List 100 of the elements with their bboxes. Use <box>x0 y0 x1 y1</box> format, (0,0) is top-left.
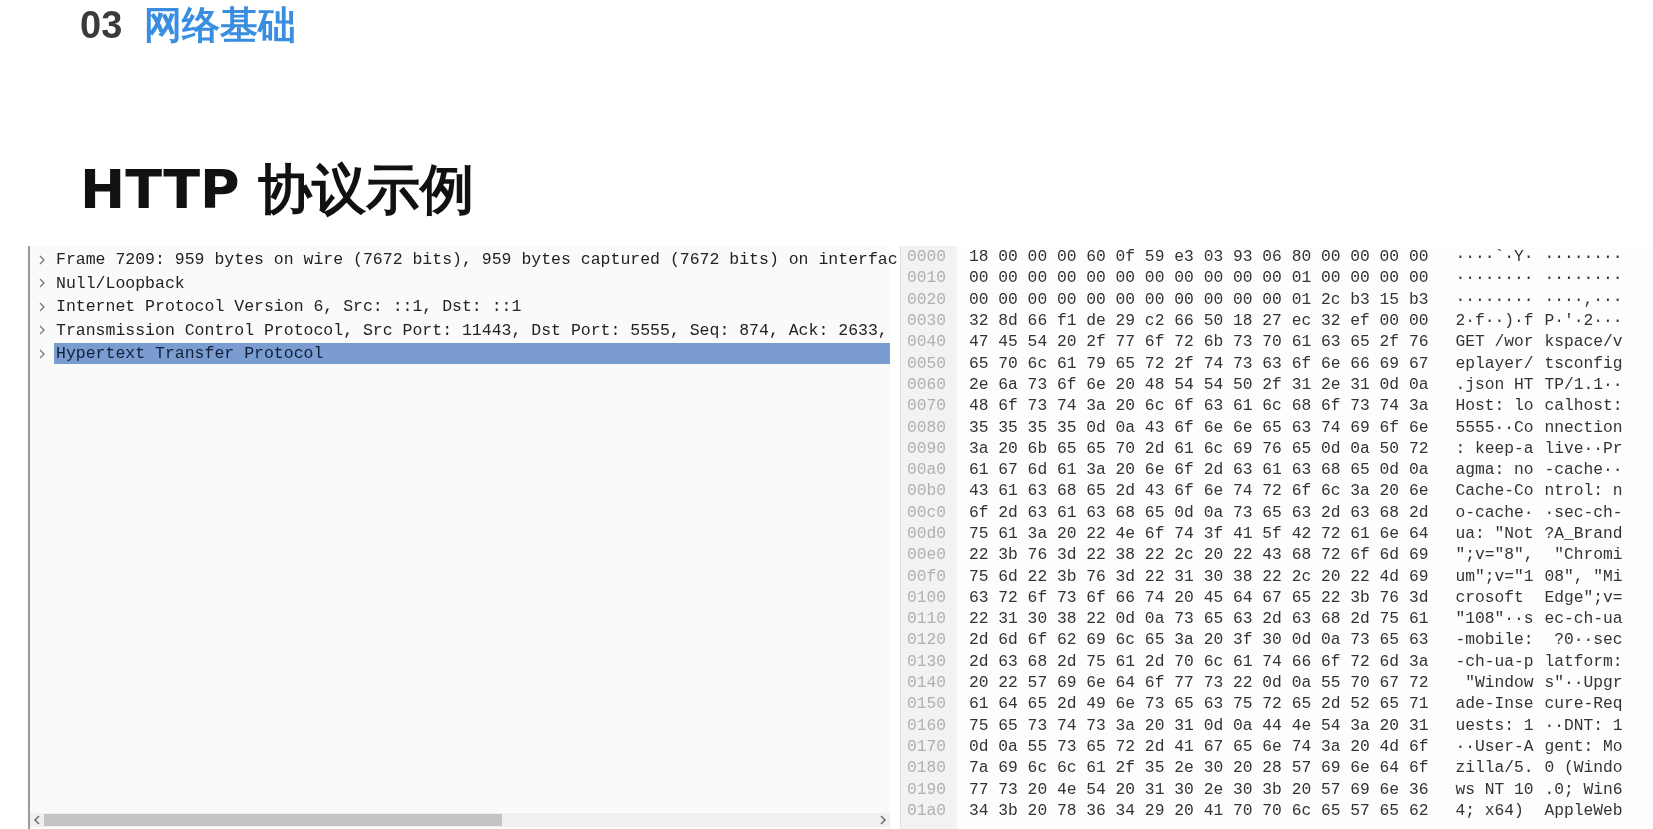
hex-bytes: 6e 74 72 6f 6c 3a 20 6e <box>1203 481 1429 501</box>
ascii-text: um";v="1 <box>1455 566 1535 586</box>
hex-bytes: 63 75 72 65 2d 52 65 71 <box>1203 694 1429 714</box>
ascii-text: calhost: <box>1544 396 1624 416</box>
byte-offset: 0090 <box>906 438 948 458</box>
hex-bytes: 7a 69 6c 6c 61 2f 35 2e <box>969 758 1194 778</box>
byte-offset: 0120 <box>906 630 948 650</box>
tree-item[interactable]: Transmission Control Protocol, Src Port: 11443, Dst Port: 5555, Seq: 874, Ack: 2633, <box>54 319 892 341</box>
section-title: 网络基础 <box>144 1 297 49</box>
ascii-text: ec-ch-ua <box>1544 609 1624 629</box>
hex-bytes: 2d 63 61 63 68 65 0d 0a <box>1203 460 1429 480</box>
byte-offset: 0160 <box>906 715 948 735</box>
hex-bytes: 43 61 63 68 65 2d 43 6f <box>969 481 1194 501</box>
hex-bytes: 00 00 00 00 00 00 00 00 <box>969 268 1194 288</box>
hex-bytes: 65 63 2d 63 68 2d 75 61 <box>1203 609 1429 629</box>
hex-bytes: 0d 0a 55 73 65 72 2d 41 <box>969 736 1194 756</box>
ascii-text: ntrol: n <box>1544 481 1624 501</box>
byte-offset: 0070 <box>906 396 948 416</box>
byte-offset: 0080 <box>906 417 948 437</box>
ascii-text: zilla/5. <box>1455 758 1535 778</box>
byte-offset: 0150 <box>906 694 948 714</box>
scrollbar-thumb[interactable] <box>44 814 502 826</box>
ascii-text: ········ <box>1544 268 1624 288</box>
ascii-text: ·sec-ch- <box>1544 502 1624 522</box>
hex-bytes: 00 00 00 01 00 00 00 00 <box>1203 268 1429 288</box>
byte-offset: 0110 <box>906 609 948 629</box>
byte-offset: 00c0 <box>906 502 948 522</box>
hex-bytes: 47 45 54 20 2f 77 6f 72 <box>969 332 1194 352</box>
byte-offset: 0010 <box>906 268 948 288</box>
byte-offset: 0140 <box>906 673 948 693</box>
ascii-text: cure-Req <box>1544 694 1624 714</box>
ascii-text: "108"··s <box>1455 609 1535 629</box>
ascii-text: eplayer/ <box>1455 353 1535 373</box>
ascii-text: 0 (Windo <box>1544 758 1624 778</box>
hex-bytes: 0d 0a 44 4e 54 3a 20 31 <box>1203 715 1429 735</box>
byte-offset: 0060 <box>906 374 948 394</box>
ascii-text: ··DNT: 1 <box>1544 715 1624 735</box>
tree-item[interactable]: Frame 7209: 959 bytes on wire (7672 bits), 959 bytes captured (7672 bits) on interfac <box>54 249 902 271</box>
tree-item[interactable]: Internet Protocol Version 6, Src: ::1, Dst: ::1 <box>54 296 890 318</box>
expander-icon[interactable] <box>38 325 46 336</box>
ascii-text: GET /wor <box>1455 332 1535 352</box>
ascii-text: ····,··· <box>1544 289 1624 309</box>
hex-bytes: 20 3f 30 0d 0a 73 65 63 <box>1203 630 1429 650</box>
expander-icon[interactable] <box>38 254 46 265</box>
ascii-text: ?A_Brand <box>1544 524 1624 543</box>
hex-bytes: 18 00 00 00 60 0f 59 e3 <box>969 247 1194 267</box>
ascii-text: o-cache· <box>1455 502 1535 522</box>
byte-offset: 00d0 <box>906 524 948 543</box>
ascii-text: : keep-a <box>1455 438 1535 458</box>
ascii-text: gent: Mo <box>1544 736 1624 756</box>
ascii-text: 2·f··)·f <box>1455 311 1535 331</box>
ascii-text: 5555··Co <box>1455 417 1535 437</box>
ascii-text: -mobile: <box>1455 630 1535 650</box>
byte-offset: 00b0 <box>906 481 948 501</box>
tree-item[interactable]: Null/Loopback <box>54 272 890 294</box>
expander-icon[interactable] <box>38 348 46 359</box>
byte-offset: 0100 <box>906 587 948 607</box>
expander-icon[interactable] <box>38 301 46 312</box>
byte-offset: 0170 <box>906 736 948 756</box>
slide-heading: HTTP 协议示例 <box>79 157 476 223</box>
byte-offset: 0180 <box>906 758 948 778</box>
hex-bytes: 20 22 57 69 6e 64 6f 77 <box>969 673 1194 693</box>
ascii-text: TP/1.1·· <box>1544 374 1624 394</box>
hex-bytes: 6c 69 76 65 0d 0a 50 72 <box>1203 438 1429 458</box>
hex-bytes: 2e 6a 73 6f 6e 20 48 54 <box>969 374 1194 394</box>
ascii-text: latform: <box>1544 651 1624 671</box>
ascii-text: ade-Inse <box>1455 694 1535 714</box>
ascii-text: -ch-ua-p <box>1455 651 1535 671</box>
hex-bytes: 41 70 70 6c 65 57 65 62 <box>1203 800 1429 820</box>
hex-bytes: 75 61 3a 20 22 4e 6f 74 <box>969 524 1194 543</box>
ascii-text: ········ <box>1455 268 1535 288</box>
hex-bytes: 6f 2d 63 61 63 68 65 0d <box>969 502 1194 522</box>
expander-icon[interactable] <box>38 278 46 289</box>
byte-offset: 0020 <box>906 289 948 309</box>
hex-bytes: 03 93 06 80 00 00 00 00 <box>1203 247 1429 267</box>
hex-bytes: 45 64 67 65 22 3b 76 3d <box>1203 587 1429 607</box>
byte-offset: 0050 <box>906 353 948 373</box>
hex-bytes: 2d 6d 6f 62 69 6c 65 3a <box>969 630 1194 650</box>
ascii-text: ?0··sec <box>1553 630 1624 650</box>
horizontal-scrollbar[interactable] <box>30 813 890 827</box>
hex-bytes: 6b 73 70 61 63 65 2f 76 <box>1203 332 1429 352</box>
hex-bytes: 2e 30 3b 20 57 69 6e 36 <box>1203 779 1429 799</box>
tree-item[interactable]: Hypertext Transfer Protocol <box>54 343 890 365</box>
hex-bytes: 20 22 43 68 72 6f 6d 69 <box>1203 545 1429 565</box>
hex-bytes: 30 20 28 57 69 6e 64 6f <box>1203 758 1429 778</box>
ascii-text: Host: lo <box>1455 396 1535 416</box>
ascii-text: crosoft <box>1455 587 1525 607</box>
ascii-text: s"··Upgr <box>1544 673 1624 693</box>
hex-bytes: 77 73 20 4e 54 20 31 30 <box>969 779 1194 799</box>
hex-bytes: 0a 73 65 63 2d 63 68 2d <box>1203 502 1429 522</box>
ascii-text: uests: 1 <box>1455 715 1535 735</box>
hex-bytes: 22 31 30 38 22 0d 0a 73 <box>969 609 1194 629</box>
ascii-text: 4; x64) <box>1455 800 1525 820</box>
ascii-text: ········ <box>1455 289 1535 309</box>
hex-bytes: 75 6d 22 3b 76 3d 22 31 <box>969 566 1194 586</box>
ascii-text: .0; Win6 <box>1544 779 1624 799</box>
ascii-text: P·'·2··· <box>1544 311 1624 331</box>
ascii-text: nnection <box>1544 417 1624 437</box>
hex-bytes: 3f 41 5f 42 72 61 6e 64 <box>1203 524 1429 543</box>
hex-bytes: 48 6f 73 74 3a 20 6c 6f <box>969 396 1194 416</box>
